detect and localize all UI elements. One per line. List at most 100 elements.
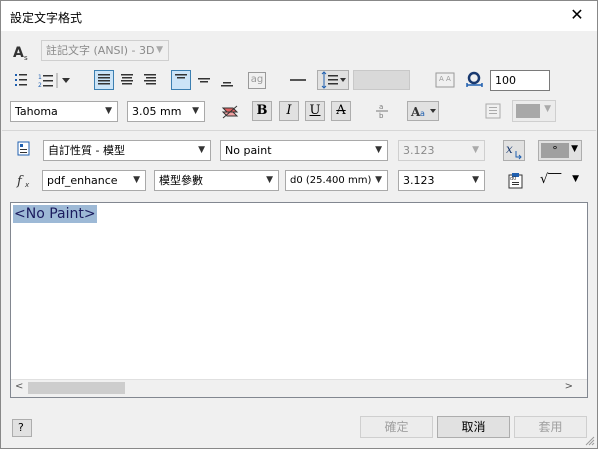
dialog-title: 設定文字格式	[10, 11, 83, 25]
square-root-symbol: √‾‾	[540, 172, 562, 187]
parameter-value: d0 (25.400 mm)	[290, 175, 372, 186]
stack-button[interactable]: ag	[245, 70, 267, 90]
scroll-left-icon[interactable]: <	[15, 381, 23, 392]
svg-text:a: a	[420, 109, 425, 118]
text-frame-button[interactable]	[482, 101, 504, 121]
line-spacing-button[interactable]	[317, 70, 349, 90]
text-case-button[interactable]: Aa	[407, 101, 439, 121]
line-spacing-icon	[321, 71, 346, 89]
fraction-button[interactable]: ab	[372, 101, 392, 121]
resize-grip-icon[interactable]	[583, 434, 595, 446]
apply-button[interactable]: 套用	[514, 416, 587, 438]
chevron-down-icon: ▼	[156, 45, 163, 55]
insert-parameter-value-button[interactable]: d0	[505, 170, 527, 190]
svg-text:2: 2	[38, 82, 42, 89]
format-text-dialog: 設定文字格式 ✕ As 註記文字 (ANSI) - 3D ▼ 12 ag A A…	[0, 0, 598, 449]
numbered-list-button[interactable]: 12	[35, 70, 77, 90]
horizontal-line-icon	[290, 79, 306, 81]
font-size-value: 3.05 mm	[132, 105, 182, 118]
bullet-list-button[interactable]	[11, 70, 31, 90]
precision-value: 3.123	[403, 144, 435, 157]
stack-icon: ag	[248, 72, 266, 89]
symbol-preview: °	[541, 143, 569, 158]
svg-text:b: b	[379, 112, 384, 120]
parameter-source-dropdown[interactable]: 自訂性質 - 模型 ▼	[43, 140, 211, 161]
font-size-dropdown[interactable]: 3.05 mm ▼	[127, 101, 205, 122]
ok-button[interactable]: 確定	[360, 416, 433, 438]
valign-bottom-button[interactable]	[217, 70, 237, 90]
text-color-picker[interactable]: ▼	[512, 100, 556, 122]
chevron-down-icon: ▼	[133, 175, 140, 185]
chevron-down-icon: ▼	[375, 175, 382, 185]
clipboard-icon: d0	[508, 173, 523, 189]
text-frame-icon	[485, 103, 501, 119]
chevron-down-icon: ▼	[105, 106, 112, 116]
svg-text:1: 1	[38, 74, 42, 81]
numbered-list-icon: 12	[38, 73, 70, 89]
align-left-icon	[98, 74, 110, 85]
component-dropdown[interactable]: No paint ▼	[220, 140, 388, 161]
line-spacing-value-field[interactable]	[353, 70, 410, 90]
parameter-source-icon	[16, 141, 32, 157]
fraction-icon: ab	[376, 103, 388, 120]
parameter-type-dropdown[interactable]: 模型參數 ▼	[154, 170, 279, 191]
align-left-button[interactable]	[94, 70, 114, 90]
character-width-button[interactable]: AA	[434, 70, 456, 90]
color-swatch	[516, 104, 540, 118]
precision-dropdown-1[interactable]: 3.123 ▼	[398, 140, 485, 161]
scrollbar-thumb[interactable]	[28, 382, 125, 394]
title-bar: 設定文字格式 ✕	[1, 1, 597, 31]
editor-selected-text[interactable]: <No Paint>	[13, 205, 97, 223]
cancel-button[interactable]: 取消	[437, 416, 510, 438]
precision-value: 3.123	[403, 174, 435, 187]
chevron-down-icon: ▼	[198, 145, 205, 155]
parameter-source-value: 自訂性質 - 模型	[48, 144, 125, 157]
help-icon: ?	[18, 421, 24, 434]
svg-text:A: A	[439, 75, 444, 83]
valign-top-button[interactable]	[171, 70, 191, 90]
chevron-down-icon: ▼	[266, 175, 273, 185]
bold-button[interactable]: B	[252, 101, 272, 121]
function-dropdown[interactable]: pdf_enhance ▼	[42, 170, 146, 191]
layer-style-button[interactable]	[219, 101, 241, 121]
parameter-dropdown[interactable]: d0 (25.400 mm) ▼	[285, 170, 388, 191]
valign-middle-icon	[198, 78, 210, 83]
help-button[interactable]: ?	[12, 419, 32, 437]
close-button[interactable]: ✕	[567, 5, 587, 25]
line-button[interactable]	[287, 70, 309, 90]
align-center-button[interactable]	[117, 70, 137, 90]
parameter-type-value: 模型參數	[159, 174, 203, 187]
chevron-down-icon: ▼	[375, 145, 382, 155]
chevron-down-icon: ▼	[571, 144, 578, 154]
svg-text:x: x	[24, 181, 30, 188]
svg-text:f: f	[16, 174, 24, 188]
chevron-down-icon: ▼	[192, 106, 199, 116]
svg-text:A: A	[446, 75, 451, 83]
horizontal-scrollbar[interactable]: < >	[11, 379, 587, 397]
oblique-value: 100	[495, 74, 516, 87]
underline-button[interactable]: U	[305, 101, 325, 121]
strikethrough-button[interactable]: A	[331, 101, 351, 121]
font-value: Tahoma	[15, 105, 58, 118]
text-style-dropdown[interactable]: 註記文字 (ANSI) - 3D ▼	[41, 40, 169, 61]
symbol-picker[interactable]: ° ▼	[538, 140, 582, 161]
align-right-button[interactable]	[140, 70, 160, 90]
font-dropdown[interactable]: Tahoma ▼	[10, 101, 118, 122]
svg-text:s: s	[24, 54, 28, 61]
precision-dropdown-2[interactable]: 3.123 ▼	[398, 170, 485, 191]
scroll-right-icon[interactable]: >	[565, 381, 573, 392]
italic-button[interactable]: I	[279, 101, 299, 121]
oblique-value-input[interactable]: 100	[490, 70, 550, 91]
text-editor[interactable]: <No Paint> < >	[10, 202, 588, 398]
insert-parameter-icon: x	[506, 142, 522, 160]
bullet-list-icon	[15, 74, 27, 86]
svg-text:x: x	[506, 142, 513, 156]
chevron-down-icon: ▼	[544, 104, 551, 114]
symbol-insert-picker[interactable]: √‾‾ ▼	[538, 170, 582, 191]
valign-middle-button[interactable]	[194, 70, 214, 90]
add-parameter-button[interactable]: x	[503, 140, 525, 161]
text-case-icon: Aa	[410, 105, 436, 119]
function-value: pdf_enhance	[47, 174, 118, 187]
valign-top-icon	[175, 74, 187, 79]
character-width-icon: AA	[435, 72, 455, 88]
